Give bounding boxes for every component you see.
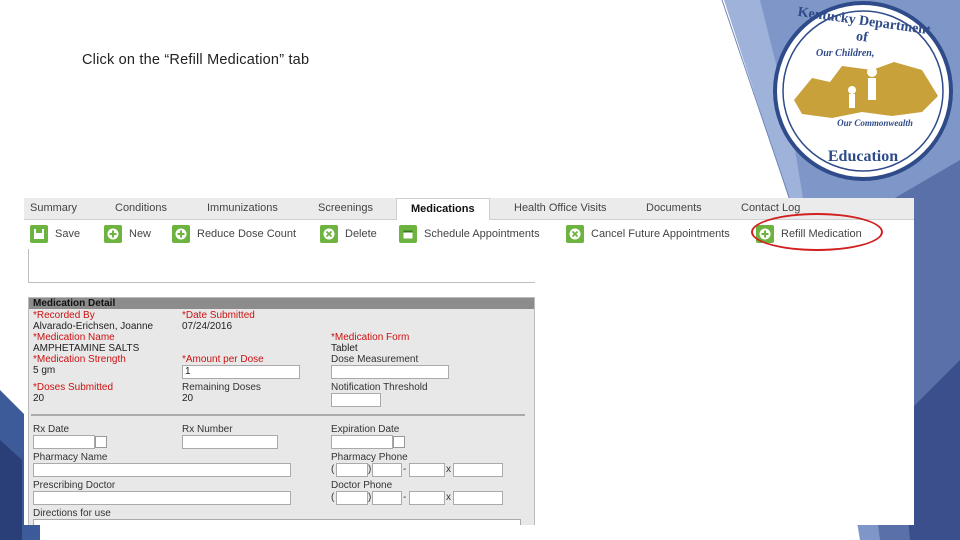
phone-paren-open: ( — [331, 492, 335, 503]
recorded-by-label: *Recorded By — [33, 310, 95, 321]
cancel-icon — [566, 225, 584, 243]
directions-label: Directions for use — [33, 508, 111, 519]
recorded-by-value: Alvarado-Erichsen, Joanne — [33, 321, 154, 332]
calendar-icon — [399, 225, 417, 243]
doctor-phone-label: Doctor Phone — [331, 480, 393, 491]
expiration-date-input[interactable] — [331, 435, 393, 449]
reduce-dose-count-button[interactable]: Reduce Dose Count — [172, 224, 296, 244]
dose-measurement-label: Dose Measurement — [331, 354, 419, 365]
notification-threshold-input[interactable] — [331, 393, 381, 407]
pharmacy-name-input[interactable] — [33, 463, 291, 477]
remaining-doses-label: Remaining Doses — [182, 382, 261, 393]
section-divider — [31, 414, 525, 416]
date-submitted-label: *Date Submitted — [182, 310, 255, 321]
medication-form-value: Tablet — [331, 343, 358, 354]
date-submitted-value: 07/24/2016 — [182, 321, 233, 332]
save-button[interactable]: Save — [30, 224, 80, 244]
doctor-phone-ext-input[interactable] — [453, 491, 503, 505]
highlight-circle — [751, 213, 883, 251]
medication-name-value: AMPHETAMINE SALTS — [33, 343, 140, 354]
new-button-label: New — [129, 228, 152, 240]
doctor-phone-area-input[interactable] — [336, 491, 368, 505]
pharmacy-phone-area-input[interactable] — [336, 463, 368, 477]
tab-contact-log[interactable]: Contact Log — [741, 202, 800, 214]
schedule-appointments-button[interactable]: Schedule Appointments — [399, 224, 540, 244]
save-icon — [30, 225, 48, 243]
medication-list-box — [28, 249, 535, 283]
tab-summary[interactable]: Summary — [30, 202, 77, 214]
medication-strength-value: 5 gm — [33, 365, 56, 376]
phone-ext-mark: x — [446, 464, 451, 475]
logo-middle-text-2: Our Commonwealth — [837, 118, 913, 128]
phone-dash: - — [403, 464, 407, 475]
pharmacy-phone-line-input[interactable] — [409, 463, 445, 477]
remaining-doses-value: 20 — [182, 393, 194, 404]
rx-date-label: Rx Date — [33, 424, 70, 435]
rx-number-input[interactable] — [182, 435, 278, 449]
reduce-dose-count-label: Reduce Dose Count — [197, 228, 297, 240]
save-button-label: Save — [55, 228, 81, 240]
tab-screenings[interactable]: Screenings — [318, 202, 373, 214]
notification-threshold-label: Notification Threshold — [331, 382, 428, 393]
medication-detail-panel: Medication Detail *Recorded By Alvarado-… — [28, 297, 535, 525]
pharmacy-name-label: Pharmacy Name — [33, 452, 108, 463]
pharmacy-phone-label: Pharmacy Phone — [331, 452, 408, 463]
rx-number-label: Rx Number — [182, 424, 233, 435]
calendar-picker-icon[interactable] — [393, 436, 405, 448]
cancel-future-appointments-label: Cancel Future Appointments — [591, 228, 730, 240]
phone-dash: - — [403, 492, 407, 503]
expiration-date-label: Expiration Date — [331, 424, 400, 435]
tab-conditions[interactable]: Conditions — [115, 202, 167, 214]
phone-paren-open: ( — [331, 464, 335, 475]
plus-icon — [104, 225, 122, 243]
pharmacy-phone-prefix-input[interactable] — [372, 463, 402, 477]
plus-icon — [172, 225, 190, 243]
prescribing-doctor-label: Prescribing Doctor — [33, 480, 116, 491]
tab-documents[interactable]: Documents — [646, 202, 702, 214]
medication-name-label: *Medication Name — [33, 332, 115, 343]
doses-submitted-value: 20 — [33, 393, 45, 404]
phone-ext-mark: x — [446, 492, 451, 503]
phone-paren-close: ) — [368, 492, 372, 503]
logo-middle-text-1: Our Children, — [816, 48, 875, 59]
medication-form-label: *Medication Form — [331, 332, 410, 343]
rx-date-input[interactable] — [33, 435, 95, 449]
doses-submitted-label: *Doses Submitted — [33, 382, 114, 393]
medication-strength-label: *Medication Strength — [33, 354, 126, 365]
pharmacy-phone-ext-input[interactable] — [453, 463, 503, 477]
cancel-future-appointments-button[interactable]: Cancel Future Appointments — [566, 224, 730, 244]
logo-text-group: Kentucky Department of Our Children, Our… — [772, 0, 954, 182]
prescribing-doctor-input[interactable] — [33, 491, 291, 505]
health-module-screenshot: Summary Conditions Immunizations Screeni… — [24, 198, 914, 525]
delete-icon — [320, 225, 338, 243]
schedule-appointments-label: Schedule Appointments — [424, 228, 540, 240]
tab-health-office-visits[interactable]: Health Office Visits — [514, 202, 607, 214]
medication-detail-title: Medication Detail — [29, 298, 534, 309]
dose-measurement-input[interactable] — [331, 365, 449, 379]
tab-immunizations[interactable]: Immunizations — [207, 202, 278, 214]
doctor-phone-prefix-input[interactable] — [372, 491, 402, 505]
instruction-text: Click on the “Refill Medication” tab — [82, 52, 310, 68]
phone-paren-close: ) — [368, 464, 372, 475]
delete-button[interactable]: Delete — [320, 224, 377, 244]
delete-button-label: Delete — [345, 228, 377, 240]
tab-medications[interactable]: Medications — [396, 198, 490, 220]
amount-per-dose-input[interactable]: 1 — [182, 365, 300, 379]
calendar-picker-icon[interactable] — [95, 436, 107, 448]
doctor-phone-line-input[interactable] — [409, 491, 445, 505]
logo-bottom-text: Education — [827, 148, 899, 165]
new-button[interactable]: New — [104, 224, 151, 244]
directions-input[interactable] — [33, 519, 521, 525]
amount-per-dose-label: *Amount per Dose — [182, 354, 264, 365]
